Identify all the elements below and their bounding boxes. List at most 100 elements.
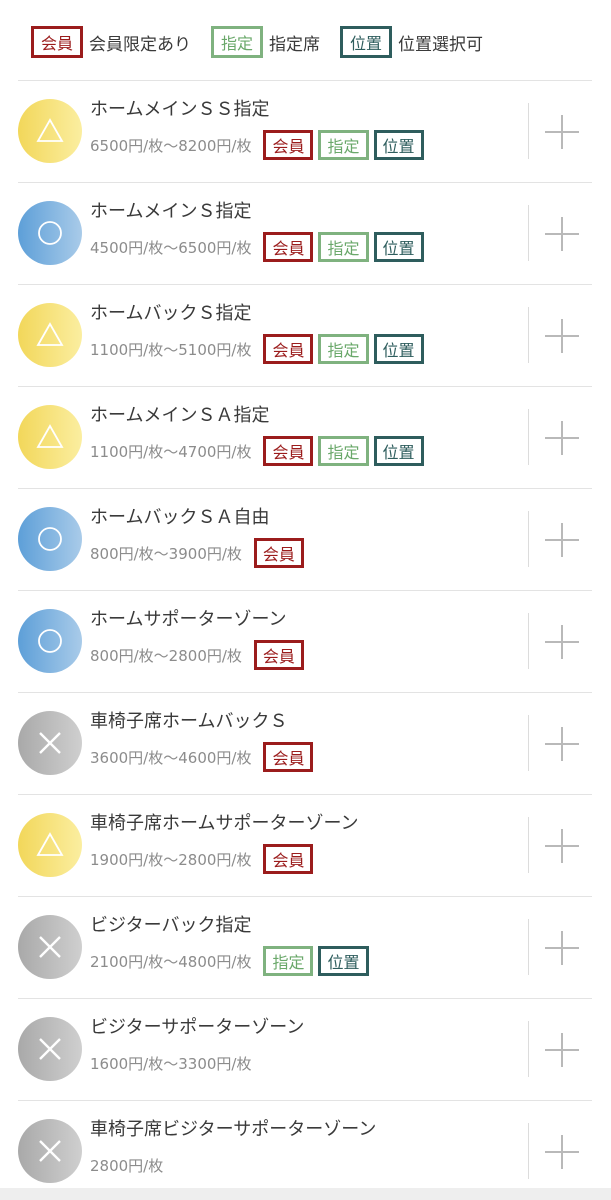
seat-name: 車椅子席ホームサポーターゾーン (90, 813, 359, 834)
plus-icon[interactable] (542, 1132, 582, 1172)
reserved-badge: 指定 (318, 130, 369, 160)
seat-info: ホームバックＳ指定 1100円/枚〜5100円/枚 会員 指定 位置 (90, 301, 522, 365)
legend-member: 会員 会員限定あり (31, 26, 191, 58)
seat-info: ホームバックＳＡ自由 800円/枚〜3900円/枚 会員 (90, 505, 522, 569)
cross-icon (18, 1119, 82, 1183)
seat-name: ホームバックＳ指定 (90, 303, 252, 324)
row-divider (528, 817, 529, 873)
reserved-badge: 指定 (211, 26, 264, 58)
cross-icon (18, 915, 82, 979)
seat-details: 1100円/枚〜5100円/枚 会員 指定 位置 (90, 333, 522, 365)
plus-icon[interactable] (542, 826, 582, 866)
member-legend-label: 会員限定あり (89, 34, 192, 55)
seat-name: ホームメインＳ指定 (90, 201, 252, 222)
seat-name: ホームバックＳＡ自由 (90, 507, 270, 528)
plus-icon[interactable] (542, 214, 582, 254)
seat-price: 1100円/枚〜4700円/枚 (90, 442, 252, 461)
reserved-badge: 指定 (318, 436, 369, 466)
member-badge: 会員 (263, 232, 314, 262)
seat-name: 車椅子席ビジターサポーターゾーン (90, 1119, 377, 1140)
seat-price: 800円/枚〜3900円/枚 (90, 544, 242, 563)
seat-price: 1600円/枚〜3300円/枚 (90, 1054, 252, 1073)
seat-name: ホームメインＳＡ指定 (90, 405, 270, 426)
seat-name: ホームメインＳＳ指定 (90, 99, 270, 120)
seat-info: ビジターサポーターゾーン 1600円/枚〜3300円/枚 (90, 1015, 522, 1079)
seat-row: ホームメインＳ指定 4500円/枚〜6500円/枚 会員 指定 位置 (18, 183, 592, 285)
seat-price: 1100円/枚〜5100円/枚 (90, 340, 252, 359)
seat-info: 車椅子席ホームサポーターゾーン 1900円/枚〜2800円/枚 会員 (90, 811, 522, 875)
circle-icon (18, 609, 82, 673)
seat-price: 3600円/枚〜4600円/枚 (90, 748, 252, 767)
plus-icon[interactable] (542, 724, 582, 764)
plus-icon[interactable] (542, 112, 582, 152)
seat-price: 1900円/枚〜2800円/枚 (90, 850, 252, 869)
legend-position: 位置 位置選択可 (340, 26, 483, 58)
seat-row: ホームバックＳ指定 1100円/枚〜5100円/枚 会員 指定 位置 (18, 285, 592, 387)
plus-icon[interactable] (542, 928, 582, 968)
member-badge: 会員 (263, 742, 314, 772)
bottom-bar (0, 1188, 611, 1200)
member-badge: 会員 (263, 334, 314, 364)
row-divider (528, 307, 529, 363)
seat-info: ホームサポーターゾーン 800円/枚〜2800円/枚 会員 (90, 607, 522, 671)
seat-details: 1100円/枚〜4700円/枚 会員 指定 位置 (90, 435, 522, 467)
triangle-icon (18, 405, 82, 469)
cross-icon (18, 711, 82, 775)
seat-info: ビジターバック指定 2100円/枚〜4800円/枚 指定 位置 (90, 913, 522, 977)
triangle-icon (18, 813, 82, 877)
seat-name: ホームサポーターゾーン (90, 609, 287, 630)
seat-name: ビジターサポーターゾーン (90, 1017, 305, 1038)
row-divider (528, 409, 529, 465)
seat-row: ビジターバック指定 2100円/枚〜4800円/枚 指定 位置 (18, 897, 592, 999)
row-divider (528, 1123, 529, 1179)
position-badge: 位置 (373, 130, 424, 160)
member-badge: 会員 (253, 640, 304, 670)
seat-info: 車椅子席ホームバックＳ 3600円/枚〜4600円/枚 会員 (90, 709, 522, 773)
seat-name: ビジターバック指定 (90, 915, 252, 936)
member-badge: 会員 (263, 844, 314, 874)
plus-icon[interactable] (542, 622, 582, 662)
position-legend-label: 位置選択可 (398, 34, 484, 55)
position-badge: 位置 (373, 436, 424, 466)
seat-details: 1600円/枚〜3300円/枚 (90, 1047, 522, 1079)
seat-price: 4500円/枚〜6500円/枚 (90, 238, 252, 257)
seat-row: ビジターサポーターゾーン 1600円/枚〜3300円/枚 (18, 999, 592, 1101)
plus-icon[interactable] (542, 316, 582, 356)
seat-row: ホームバックＳＡ自由 800円/枚〜3900円/枚 会員 (18, 489, 592, 591)
plus-icon[interactable] (542, 1030, 582, 1070)
member-badge: 会員 (263, 130, 314, 160)
seat-details: 2800円/枚 (90, 1149, 522, 1181)
seat-info: ホームメインＳＳ指定 6500円/枚〜8200円/枚 会員 指定 位置 (90, 97, 522, 161)
circle-icon (18, 201, 82, 265)
seat-details: 2100円/枚〜4800円/枚 指定 位置 (90, 945, 522, 977)
row-divider (528, 103, 529, 159)
seat-details: 4500円/枚〜6500円/枚 会員 指定 位置 (90, 231, 522, 263)
reserved-badge: 指定 (318, 334, 369, 364)
seat-row: ホームメインＳＳ指定 6500円/枚〜8200円/枚 会員 指定 位置 (18, 81, 592, 183)
triangle-icon (18, 99, 82, 163)
circle-icon (18, 507, 82, 571)
seat-details: 6500円/枚〜8200円/枚 会員 指定 位置 (90, 129, 522, 161)
seat-details: 1900円/枚〜2800円/枚 会員 (90, 843, 522, 875)
row-divider (528, 1021, 529, 1077)
triangle-icon (18, 303, 82, 367)
row-divider (528, 205, 529, 261)
plus-icon[interactable] (542, 418, 582, 458)
member-badge: 会員 (31, 26, 84, 58)
seat-info: 車椅子席ビジターサポーターゾーン 2800円/枚 (90, 1117, 522, 1181)
seat-info: ホームメインＳＡ指定 1100円/枚〜4700円/枚 会員 指定 位置 (90, 403, 522, 467)
row-divider (528, 919, 529, 975)
seat-price: 6500円/枚〜8200円/枚 (90, 136, 252, 155)
row-divider (528, 715, 529, 771)
seat-row: 車椅子席ビジターサポーターゾーン 2800円/枚 (18, 1101, 592, 1200)
seat-price: 2800円/枚 (90, 1156, 164, 1175)
legend-reserved: 指定 指定席 (211, 26, 320, 58)
seat-row: ホームメインＳＡ指定 1100円/枚〜4700円/枚 会員 指定 位置 (18, 387, 592, 489)
seat-row: 車椅子席ホームサポーターゾーン 1900円/枚〜2800円/枚 会員 (18, 795, 592, 897)
row-divider (528, 511, 529, 567)
row-divider (528, 613, 529, 669)
plus-icon[interactable] (542, 520, 582, 560)
member-badge: 会員 (263, 436, 314, 466)
seat-info: ホームメインＳ指定 4500円/枚〜6500円/枚 会員 指定 位置 (90, 199, 522, 263)
seat-price: 2100円/枚〜4800円/枚 (90, 952, 252, 971)
